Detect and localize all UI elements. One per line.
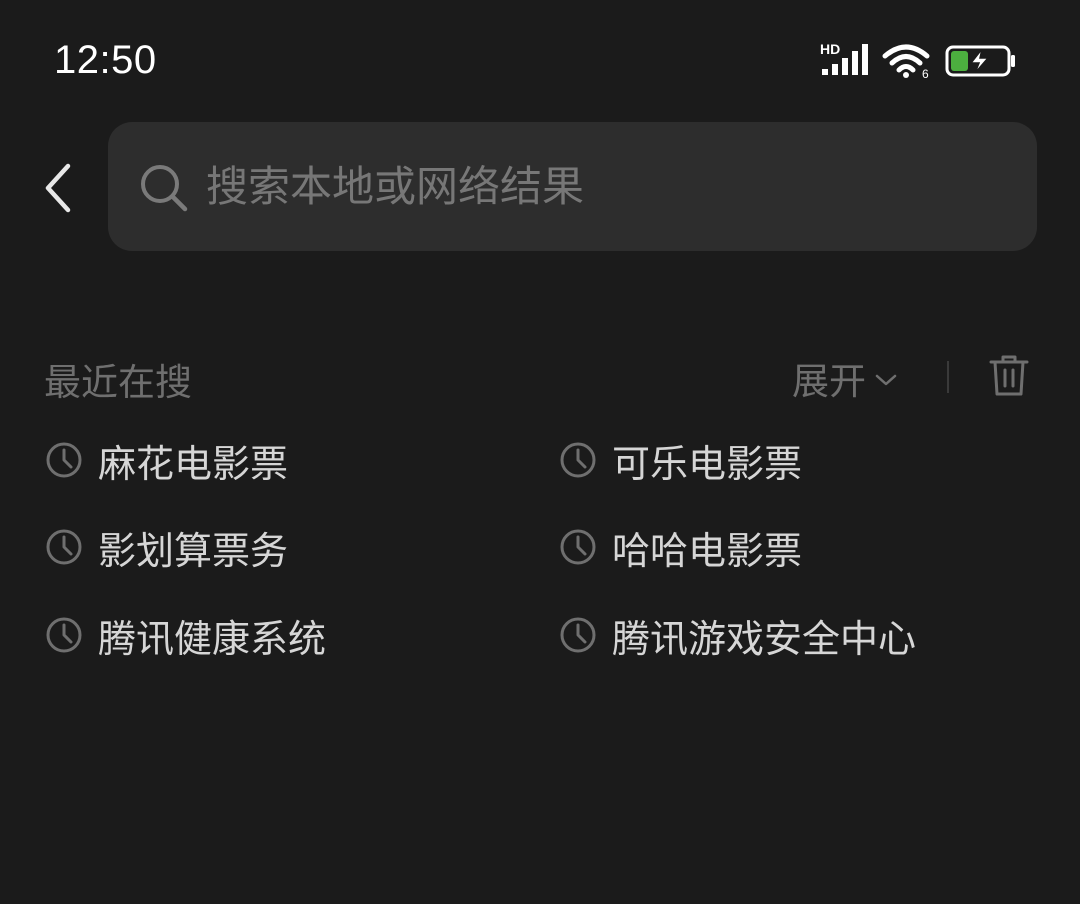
- search-input[interactable]: [206, 150, 996, 222]
- history-item[interactable]: 影划算票务: [44, 507, 288, 587]
- search-box[interactable]: [108, 122, 1037, 251]
- chevron-left-icon: [45, 163, 71, 213]
- clock-icon: [46, 529, 82, 565]
- history-item-label: 影划算票务: [98, 528, 289, 573]
- history-item-label: 腾讯健康系统: [98, 616, 327, 661]
- trash-icon: [989, 355, 1029, 396]
- expand-button[interactable]: 展开: [792, 348, 898, 408]
- history-item-label: 哈哈电影票: [612, 528, 803, 573]
- chevron-down-icon: [875, 374, 897, 386]
- history-item-label: 可乐电影票: [612, 441, 803, 486]
- wifi-icon: 6: [882, 44, 930, 80]
- header-divider: [947, 361, 949, 393]
- wifi-badge: 6: [922, 67, 929, 80]
- status-bar: 12:50 HD 6: [0, 0, 1080, 120]
- network-type-label: HD: [820, 41, 840, 57]
- history-item[interactable]: 腾讯健康系统: [44, 595, 326, 675]
- history-item[interactable]: 哈哈电影票: [558, 507, 802, 587]
- recent-searches-header: 最近在搜 展开: [44, 348, 1034, 408]
- expand-label: 展开: [792, 360, 866, 403]
- status-time: 12:50: [54, 38, 157, 82]
- history-item-label: 麻花电影票: [98, 441, 289, 486]
- back-button[interactable]: [30, 150, 90, 226]
- clock-icon: [46, 442, 82, 478]
- clock-icon: [560, 617, 596, 653]
- history-item[interactable]: 腾讯游戏安全中心: [558, 595, 916, 675]
- history-item-label: 腾讯游戏安全中心: [612, 616, 917, 661]
- clock-icon: [46, 617, 82, 653]
- cellular-signal-icon: HD: [820, 41, 868, 75]
- history-item[interactable]: 麻花电影票: [44, 420, 288, 500]
- clear-history-button[interactable]: [988, 352, 1030, 398]
- clock-icon: [560, 529, 596, 565]
- battery-charging-icon: [945, 45, 1015, 77]
- recent-searches-title: 最近在搜: [44, 361, 192, 404]
- history-item[interactable]: 可乐电影票: [558, 420, 802, 500]
- clock-icon: [560, 442, 596, 478]
- search-icon: [141, 165, 188, 212]
